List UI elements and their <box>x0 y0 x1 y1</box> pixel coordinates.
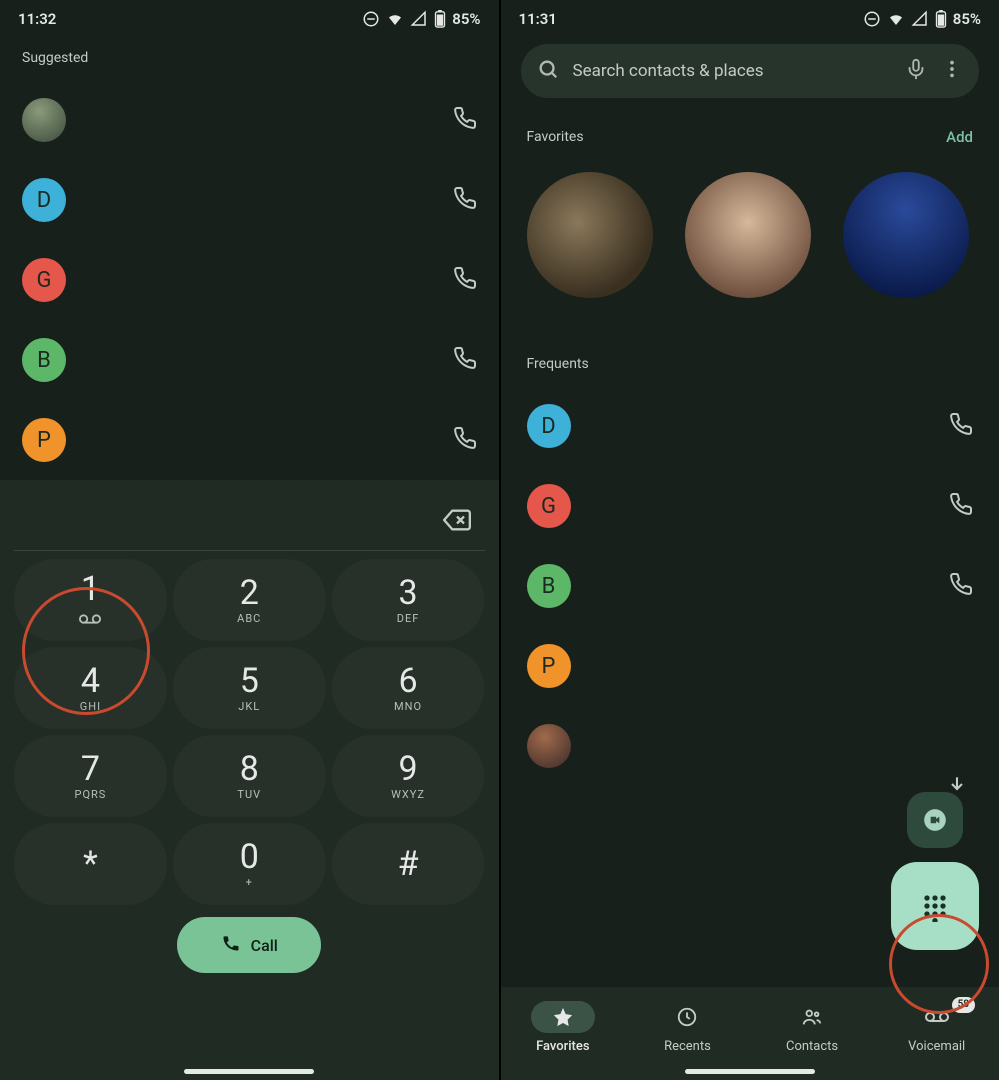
dialpad: 1 2 ABC 3 DEF 4 GHI 5 JKL 6 MNO <box>0 480 499 1080</box>
floating-buttons <box>891 792 979 950</box>
favorites-header: Favorites Add <box>501 110 999 160</box>
signal-icon <box>911 10 929 28</box>
nav-contacts[interactable]: Contacts <box>750 1001 875 1054</box>
search-bar[interactable]: Search contacts & places <box>521 44 980 98</box>
suggested-contact[interactable]: P <box>0 400 499 480</box>
dialpad-key-hash[interactable]: # <box>332 823 485 905</box>
wifi-icon <box>887 10 905 28</box>
dialpad-key-2[interactable]: 2 ABC <box>173 559 326 641</box>
nav-recents[interactable]: Recents <box>625 1001 750 1054</box>
star-icon <box>531 1001 595 1033</box>
frequents-list: D G B P <box>501 386 999 786</box>
dialpad-grid: 1 2 ABC 3 DEF 4 GHI 5 JKL 6 MNO <box>0 551 499 905</box>
battery-percent: 85% <box>452 10 480 28</box>
arrow-down-icon <box>947 774 967 798</box>
voicemail-icon <box>79 610 101 629</box>
contact-avatar: D <box>527 404 571 448</box>
call-button[interactable]: Call <box>177 917 321 973</box>
more-icon[interactable] <box>941 58 963 84</box>
frequent-contact[interactable]: D <box>501 386 999 466</box>
dialpad-key-9[interactable]: 9 WXYZ <box>332 735 485 817</box>
mic-icon[interactable] <box>905 58 927 84</box>
phone-icon[interactable] <box>453 106 477 134</box>
status-icons: 85% <box>863 10 981 28</box>
status-bar: 11:32 85% <box>0 0 499 32</box>
dnd-icon <box>863 10 881 28</box>
battery-icon <box>434 10 446 28</box>
contact-avatar: P <box>527 644 571 688</box>
suggested-contact[interactable]: B <box>0 320 499 400</box>
suggested-contact[interactable]: G <box>0 240 499 320</box>
suggested-contact[interactable]: D <box>0 160 499 240</box>
dialpad-key-3[interactable]: 3 DEF <box>332 559 485 641</box>
dialpad-key-1[interactable]: 1 <box>14 559 167 641</box>
frequent-contact[interactable]: G <box>501 466 999 546</box>
dialpad-fab[interactable] <box>891 862 979 950</box>
status-icons: 85% <box>362 10 480 28</box>
backspace-icon[interactable] <box>443 506 471 538</box>
status-time: 11:32 <box>18 10 56 28</box>
voicemail-badge: 58 <box>952 997 975 1013</box>
search-icon <box>537 58 559 84</box>
bottom-nav: Favorites Recents Contacts 58 Voicemail <box>501 987 999 1080</box>
contact-avatar: G <box>22 258 66 302</box>
favorite-contact[interactable] <box>685 172 811 298</box>
clock-icon <box>655 1001 719 1033</box>
contact-avatar: D <box>22 178 66 222</box>
nav-favorites[interactable]: Favorites <box>501 1001 626 1054</box>
contact-avatar: P <box>22 418 66 462</box>
phone-icon[interactable] <box>453 426 477 454</box>
battery-percent: 85% <box>953 10 981 28</box>
search-placeholder: Search contacts & places <box>573 61 892 81</box>
contact-avatar <box>22 98 66 142</box>
contact-avatar <box>527 724 571 768</box>
suggested-header: Suggested <box>0 32 499 80</box>
add-favorite-button[interactable]: Add <box>946 128 973 146</box>
contact-avatar: B <box>22 338 66 382</box>
home-indicator[interactable] <box>685 1069 815 1074</box>
battery-icon <box>935 10 947 28</box>
phone-icon <box>221 933 241 957</box>
status-time: 11:31 <box>519 10 557 28</box>
dialpad-key-5[interactable]: 5 JKL <box>173 647 326 729</box>
phone-icon[interactable] <box>453 346 477 374</box>
frequent-contact[interactable]: P <box>501 626 999 706</box>
status-bar: 11:31 85% <box>501 0 999 32</box>
nav-voicemail[interactable]: 58 Voicemail <box>874 1001 999 1054</box>
video-call-fab[interactable] <box>907 792 963 848</box>
wifi-icon <box>386 10 404 28</box>
phone-home-screen: 11:31 85% Search contacts & places Favor… <box>501 0 999 1080</box>
phone-icon[interactable] <box>949 412 973 440</box>
phone-icon[interactable] <box>949 492 973 520</box>
frequent-contact[interactable] <box>501 706 999 786</box>
dialpad-key-8[interactable]: 8 TUV <box>173 735 326 817</box>
dialer-screen: 11:32 85% Suggested D <box>0 0 501 1080</box>
home-indicator[interactable] <box>184 1069 314 1074</box>
dialpad-key-6[interactable]: 6 MNO <box>332 647 485 729</box>
dialpad-key-0[interactable]: 0 + <box>173 823 326 905</box>
phone-icon[interactable] <box>453 186 477 214</box>
suggested-list: D G B P <box>0 80 499 480</box>
dnd-icon <box>362 10 380 28</box>
contact-avatar: G <box>527 484 571 528</box>
frequents-header: Frequents <box>501 338 999 386</box>
call-label: Call <box>251 936 278 955</box>
suggested-contact[interactable] <box>0 80 499 160</box>
signal-icon <box>410 10 428 28</box>
contacts-icon <box>780 1001 844 1033</box>
favorites-row <box>501 160 999 338</box>
phone-icon[interactable] <box>453 266 477 294</box>
dialpad-key-7[interactable]: 7 PQRS <box>14 735 167 817</box>
favorite-contact[interactable] <box>843 172 969 298</box>
dialpad-key-star[interactable]: * <box>14 823 167 905</box>
phone-icon[interactable] <box>949 572 973 600</box>
favorite-contact[interactable] <box>527 172 653 298</box>
frequent-contact[interactable]: B <box>501 546 999 626</box>
contact-avatar: B <box>527 564 571 608</box>
dialpad-key-4[interactable]: 4 GHI <box>14 647 167 729</box>
